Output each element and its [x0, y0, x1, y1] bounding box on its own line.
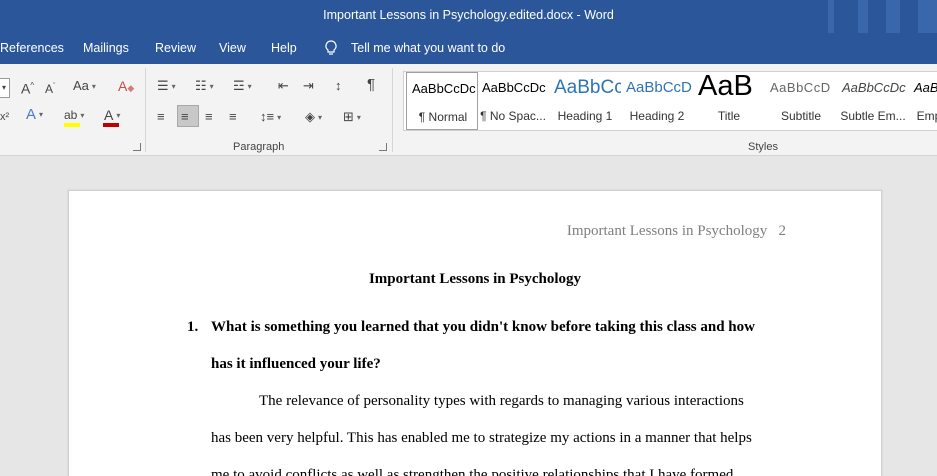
- style-heading-2[interactable]: AaBbCcD Heading 2: [621, 72, 693, 130]
- style-name: Title: [717, 109, 741, 123]
- align-center-icon[interactable]: ≡: [181, 109, 189, 125]
- tab-view[interactable]: View: [219, 41, 246, 55]
- chevron-down-icon[interactable]: ▾: [2, 80, 6, 96]
- font-color-icon[interactable]: A ▾: [104, 107, 120, 124]
- style-name: ¶ No Spac...: [480, 109, 546, 123]
- group-separator: [392, 68, 393, 152]
- text-effects-icon[interactable]: A ▾: [26, 106, 43, 123]
- justify-icon[interactable]: ≡: [229, 109, 237, 125]
- style-emphasis[interactable]: AaBl Emp: [909, 72, 937, 130]
- style-no-spacing[interactable]: AaBbCcDc ¶ No Spac...: [477, 72, 549, 130]
- paragraph-line: The relevance of personality types with …: [259, 393, 744, 409]
- tab-review[interactable]: Review: [155, 41, 196, 55]
- group-separator: [145, 68, 146, 152]
- bullets-icon[interactable]: ☰ ▾: [157, 78, 176, 95]
- paragraph-line: me to avoid conflicts as well as strengt…: [211, 467, 738, 476]
- style-normal[interactable]: AaBbCcDc ¶ Normal: [406, 72, 478, 130]
- borders-icon[interactable]: ⊞ ▾: [343, 109, 361, 126]
- styles-group-label: Styles: [748, 141, 778, 153]
- style-sample: AaBbCcDc: [842, 80, 906, 95]
- paragraph-line: has been very helpful. This has enabled …: [211, 430, 752, 446]
- title-bar: Important Lessons in Psychology.edited.d…: [0, 0, 937, 33]
- change-case-icon[interactable]: Aa ▾: [73, 78, 96, 95]
- multilevel-list-icon[interactable]: ☲ ▾: [233, 78, 252, 95]
- ribbon: ▾ A^ Aˇ Aa ▾ A◆ x² A ▾ ab ▾ A ▾ ☰ ▾ ☷ ▾ ☲ ▾ ⇤ ⇥…: [0, 64, 937, 156]
- tab-references[interactable]: References: [0, 41, 64, 55]
- style-name: Subtle Em...: [840, 109, 906, 123]
- style-sample: AaBbCc: [554, 77, 621, 98]
- document-page[interactable]: Important Lessons in Psychology 2 Import…: [68, 190, 882, 476]
- align-right-icon[interactable]: ≡: [205, 109, 213, 125]
- style-subtle-emphasis[interactable]: AaBbCcDc Subtle Em...: [837, 72, 909, 130]
- font-dialog-launcher[interactable]: [133, 143, 141, 151]
- grow-font-icon[interactable]: A^: [21, 78, 34, 97]
- paragraph-group-label: Paragraph: [233, 141, 285, 153]
- style-sample: AaBbCcD: [770, 80, 831, 95]
- numbering-icon[interactable]: ☷ ▾: [195, 78, 214, 95]
- window-title: Important Lessons in Psychology.edited.d…: [323, 8, 614, 22]
- paragraph-dialog-launcher[interactable]: [379, 143, 387, 151]
- tab-help[interactable]: Help: [271, 41, 297, 55]
- sort-icon[interactable]: ↕: [335, 78, 342, 94]
- style-sample: AaBbCcDc: [482, 80, 546, 95]
- style-name: Heading 1: [557, 109, 613, 123]
- shrink-font-icon[interactable]: Aˇ: [45, 79, 55, 97]
- style-sample: AaB: [698, 72, 753, 102]
- styles-gallery: AaBbCcDc ¶ Normal AaBbCcDc ¶ No Spac... …: [403, 71, 937, 131]
- show-formatting-icon[interactable]: ¶: [367, 77, 375, 93]
- style-name: Emp: [916, 109, 937, 123]
- document-title: Important Lessons in Psychology: [368, 271, 582, 287]
- question-line: has it influenced your life?: [211, 356, 381, 372]
- style-title[interactable]: AaB Title: [693, 72, 765, 130]
- superscript-icon[interactable]: x²: [0, 109, 9, 125]
- shading-icon[interactable]: ◈ ▾: [305, 109, 322, 126]
- style-subtitle[interactable]: AaBbCcD Subtitle: [765, 72, 837, 130]
- highlight-icon[interactable]: ab ▾: [64, 107, 84, 124]
- style-heading-1[interactable]: AaBbCc Heading 1: [549, 72, 621, 130]
- decrease-indent-icon[interactable]: ⇤: [278, 78, 289, 94]
- align-left-icon[interactable]: ≡: [157, 109, 165, 125]
- line-spacing-icon[interactable]: ↕≡ ▾: [260, 109, 281, 126]
- question-line: What is something you learned that you d…: [211, 319, 755, 335]
- tab-mailings[interactable]: Mailings: [83, 41, 129, 55]
- clear-formatting-icon[interactable]: A◆: [118, 78, 134, 96]
- page-header: Important Lessons in Psychology 2: [566, 223, 786, 239]
- style-sample: AaBl: [914, 80, 937, 95]
- style-name: Subtitle: [780, 109, 822, 123]
- style-sample: AaBbCcDc: [412, 81, 476, 96]
- style-sample: AaBbCcD: [626, 79, 692, 96]
- increase-indent-icon[interactable]: ⇥: [303, 78, 314, 94]
- font-color-bar: [103, 123, 119, 127]
- list-number: 1.: [187, 319, 199, 335]
- style-name: Heading 2: [629, 109, 685, 123]
- tell-me-search[interactable]: Tell me what you want to do: [351, 41, 505, 55]
- lightbulb-icon: [325, 40, 337, 55]
- highlight-color-bar: [64, 123, 80, 127]
- style-name: ¶ Normal: [418, 110, 468, 124]
- ribbon-tabs: References Mailings Review View Help Tel…: [0, 33, 937, 64]
